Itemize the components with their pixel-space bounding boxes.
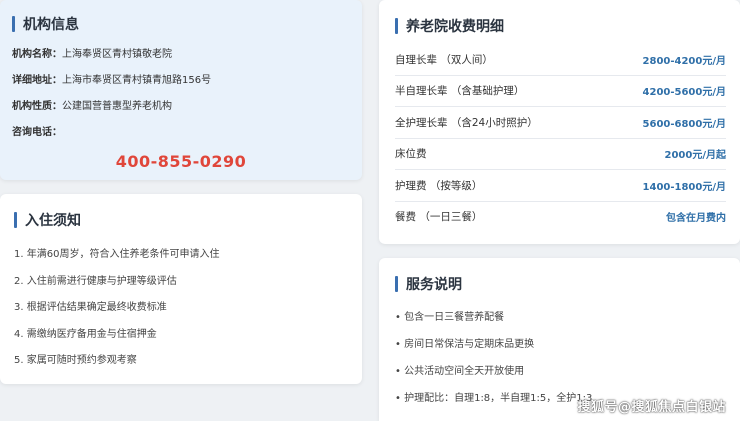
institution-info-card: 机构信息 机构名称：上海奉贤区青村镇敬老院 详细地址：上海市奉贤区青村镇青旭路1… <box>0 0 362 180</box>
list-item: 5. 家属可随时预约参观考察 <box>14 355 137 366</box>
fee-name: 半自理长辈 （含基础护理） <box>395 85 525 98</box>
list-item: 3. 根据评估结果确定最终收费标准 <box>14 302 167 313</box>
institution-info-title-text: 机构信息 <box>23 17 79 33</box>
fee-details-card: 养老院收费明细 自理长辈 （双人间） 2800-4200元/月 半自理长辈 （含… <box>379 0 740 244</box>
list-item: 2. 入住前需进行健康与护理等级评估 <box>14 275 177 287</box>
notice-list: 1. 年满60周岁，符合入住养老条件可申请入住 2. 入住前需进行健康与护理等级… <box>14 242 350 375</box>
title-accent-bar <box>395 18 398 34</box>
fee-row: 自理长辈 （双人间） 2800-4200元/月 <box>395 44 726 76</box>
list-item: 1. 年满60周岁，符合入住养老条件可申请入住 <box>14 249 220 260</box>
source-watermark: 搜狐号@搜狐焦点白银站 <box>577 400 726 415</box>
info-key: 咨询电话： <box>12 127 62 138</box>
fee-list: 自理长辈 （双人间） 2800-4200元/月 半自理长辈 （含基础护理） 42… <box>395 44 726 232</box>
fee-price: 5600-6800元/月 <box>642 118 726 130</box>
service-description-title: 服务说明 <box>395 274 726 294</box>
info-row-address: 详细地址：上海市奉贤区青村镇青旭路156号 <box>12 68 350 94</box>
fee-price: 包含在月费内 <box>666 213 726 225</box>
fee-name: 自理长辈 （双人间） <box>395 53 493 66</box>
fee-price: 4200-5600元/月 <box>642 87 726 99</box>
title-accent-bar <box>14 212 17 228</box>
fee-row: 餐费 （一日三餐） 包含在月费内 <box>395 202 726 233</box>
info-row-type: 机构性质：公建国营普惠型养老机构 <box>12 94 350 120</box>
admission-notice-card: 入住须知 1. 年满60周岁，符合入住养老条件可申请入住 2. 入住前需进行健康… <box>0 194 362 384</box>
info-key: 机构性质： <box>12 101 62 112</box>
info-value: 上海奉贤区青村镇敬老院 <box>62 49 172 60</box>
fee-name: 床位费 <box>395 148 427 161</box>
info-key: 详细地址： <box>12 75 62 86</box>
info-row-name: 机构名称：上海奉贤区青村镇敬老院 <box>12 42 350 68</box>
institution-info-title: 机构信息 <box>12 14 350 34</box>
fee-name: 全护理长辈 （含24小时照护） <box>395 116 538 129</box>
phone-number[interactable]: 400-855-0290 <box>12 152 350 171</box>
fee-name: 餐费 （一日三餐） <box>395 211 483 224</box>
fee-details-title-text: 养老院收费明细 <box>406 19 504 35</box>
info-key: 机构名称： <box>12 49 62 60</box>
service-description-title-text: 服务说明 <box>406 277 462 293</box>
title-accent-bar <box>395 276 398 292</box>
fee-row: 床位费 2000元/月起 <box>395 139 726 170</box>
admission-notice-title: 入住须知 <box>14 210 350 230</box>
fee-price: 2800-4200元/月 <box>642 55 726 67</box>
list-item: • 包含一日三餐营养配餐 <box>395 312 505 323</box>
list-item: • 公共活动空间全天开放使用 <box>395 366 525 377</box>
fee-row: 护理费 （按等级） 1400-1800元/月 <box>395 170 726 202</box>
admission-notice-title-text: 入住须知 <box>25 213 81 229</box>
fee-row: 半自理长辈 （含基础护理） 4200-5600元/月 <box>395 76 726 107</box>
fee-name: 护理费 （按等级） <box>395 179 483 192</box>
fee-row: 全护理长辈 （含24小时照护） 5600-6800元/月 <box>395 107 726 139</box>
list-item: 4. 需缴纳医疗备用金与住宿押金 <box>14 328 157 340</box>
info-value: 公建国营普惠型养老机构 <box>62 101 172 112</box>
info-row-phone: 咨询电话： <box>12 120 350 146</box>
fee-price: 2000元/月起 <box>664 150 726 162</box>
info-value: 上海市奉贤区青村镇青旭路156号 <box>62 75 212 86</box>
fee-price: 1400-1800元/月 <box>642 181 726 193</box>
title-accent-bar <box>12 16 15 32</box>
list-item: • 房间日常保洁与定期床品更换 <box>395 339 535 350</box>
fee-details-title: 养老院收费明细 <box>395 16 726 36</box>
